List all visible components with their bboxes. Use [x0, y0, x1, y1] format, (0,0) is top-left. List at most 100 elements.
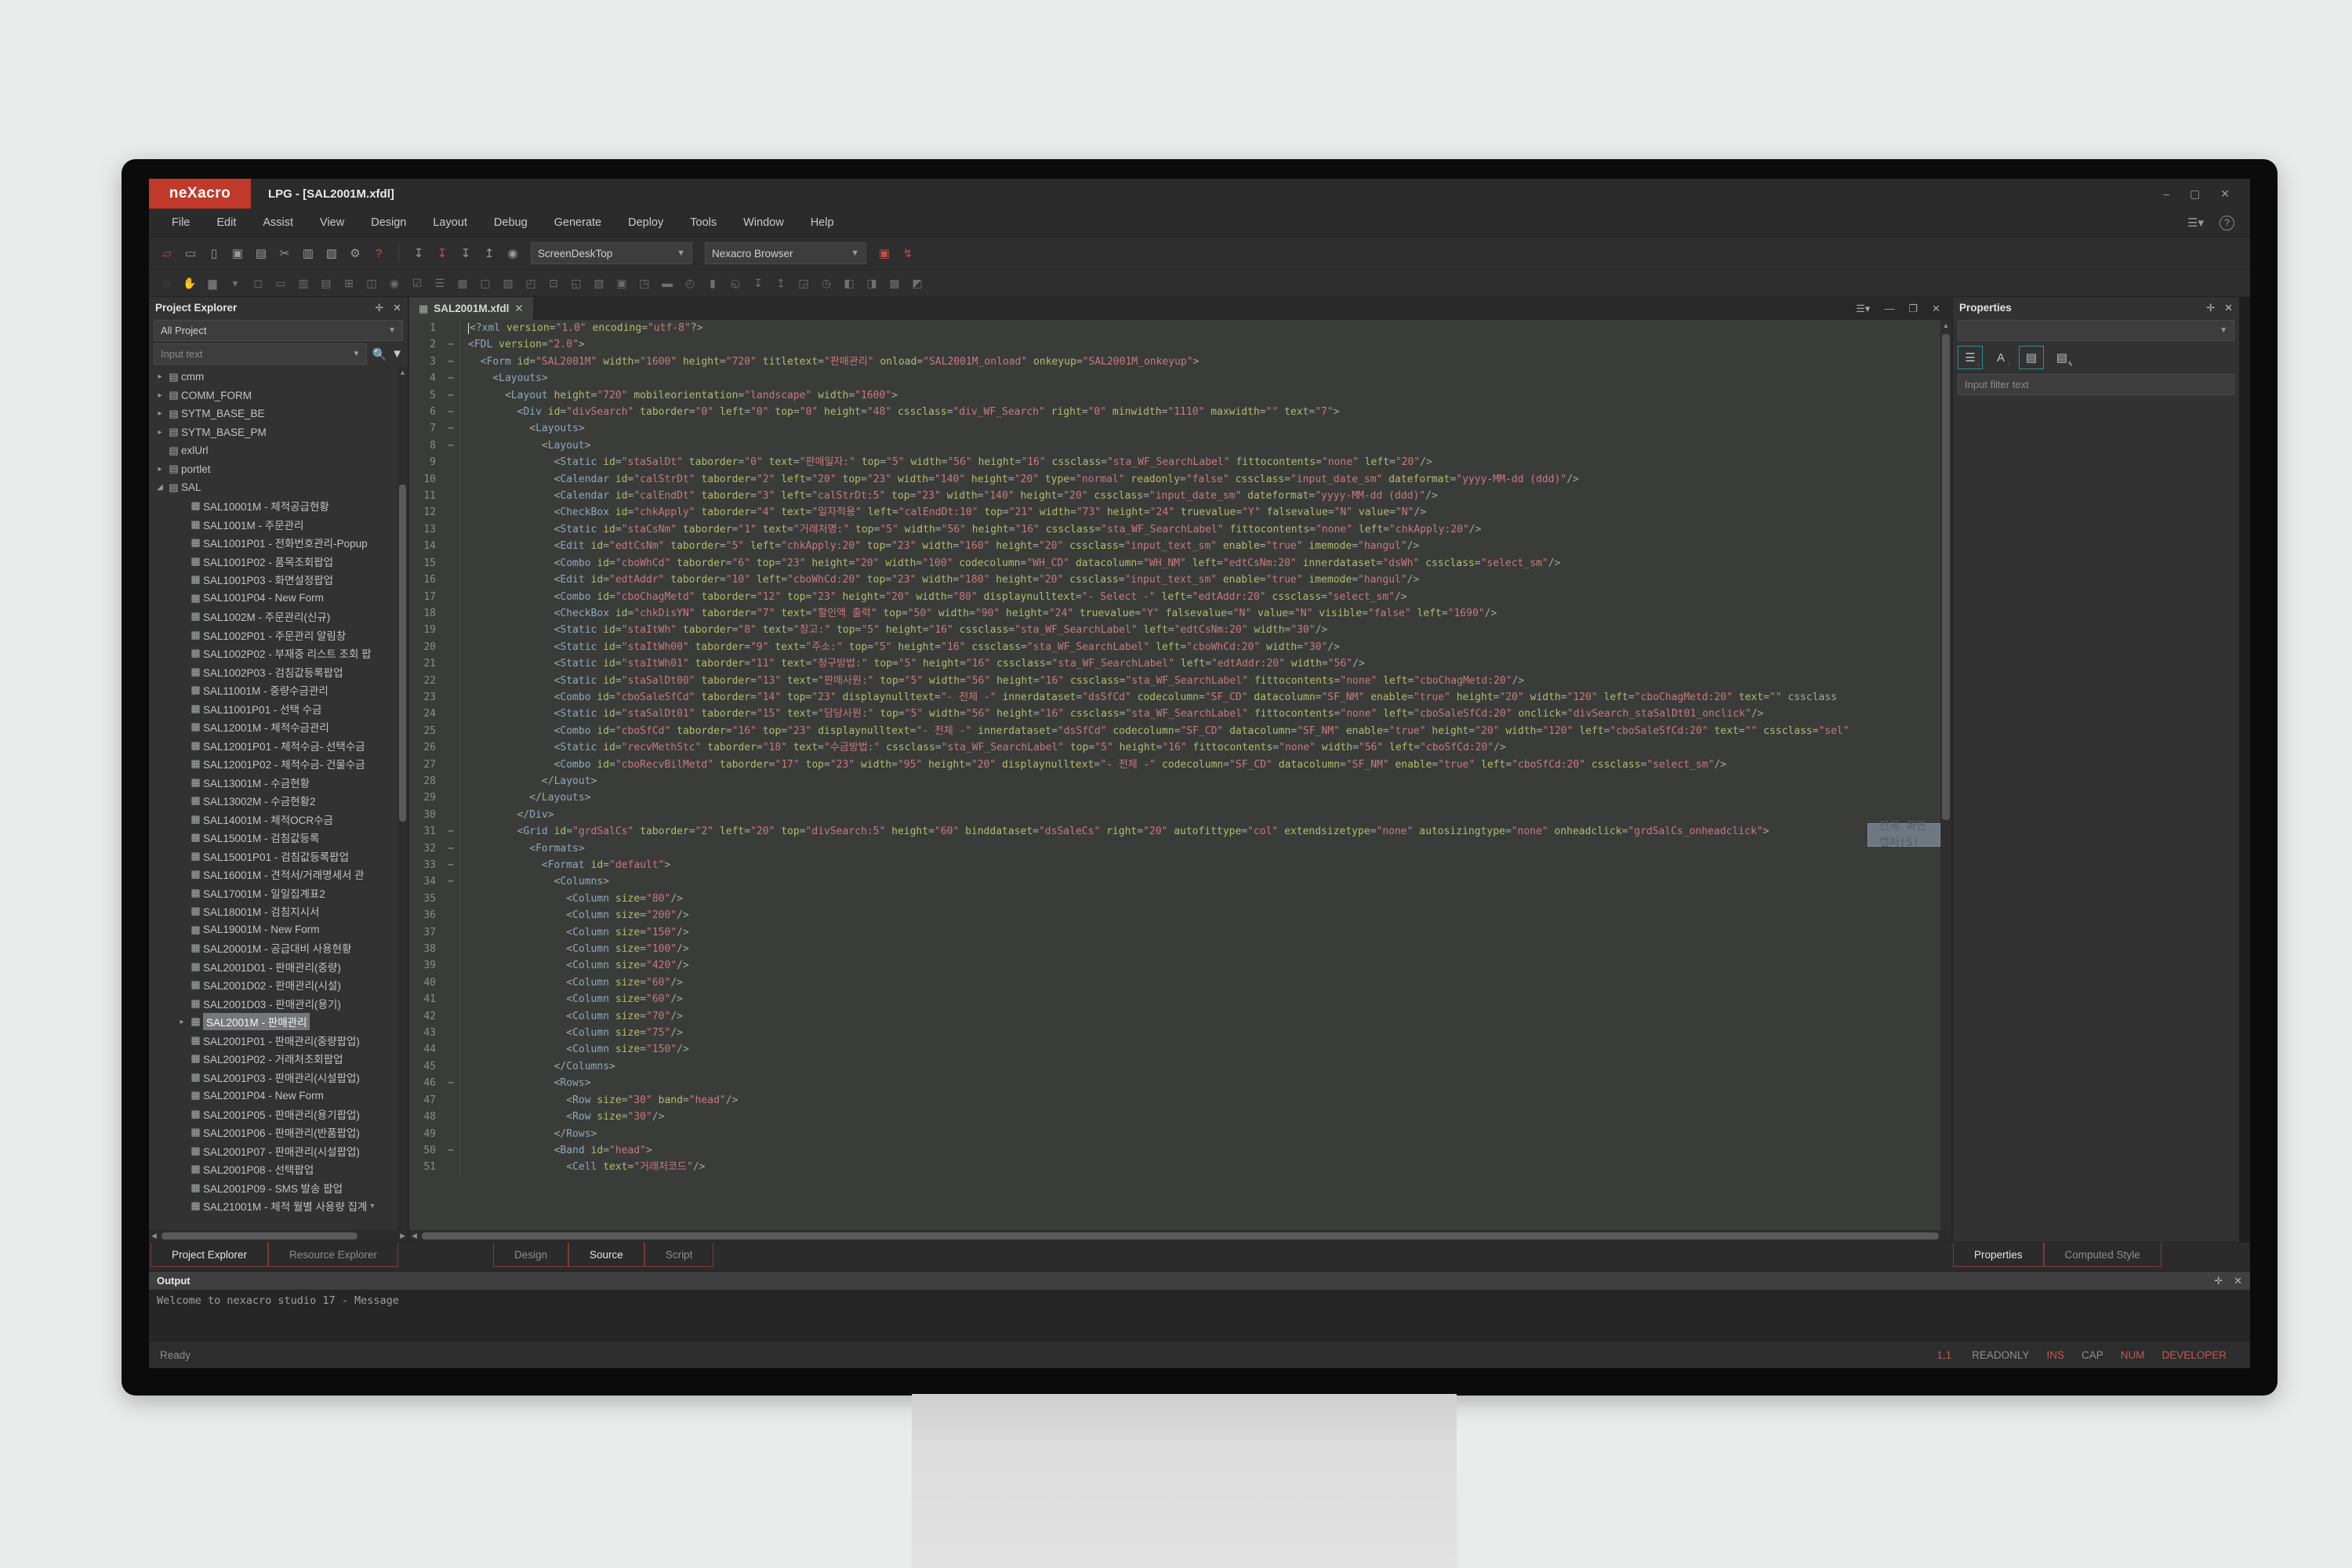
tree-item[interactable]: ▦SAL15001M - 검침값등록 [149, 829, 408, 848]
close-icon[interactable]: ✕ [2224, 302, 2233, 314]
code-line[interactable]: 48 <Row size="30"/> [409, 1109, 1940, 1125]
tab-resource-explorer[interactable]: Resource Explorer [268, 1243, 398, 1267]
minimize-button[interactable]: – [2163, 187, 2169, 200]
frame4-icon[interactable]: ◨ [862, 273, 882, 293]
code-line[interactable]: 32− <Formats> [409, 840, 1940, 857]
imageviewer-icon[interactable]: ◳ [634, 273, 655, 293]
radio-icon[interactable]: ◉ [384, 273, 405, 293]
lock-icon[interactable]: ◩ [907, 273, 927, 293]
tree-item[interactable]: ▦SAL14001M - 체적OCR수금 [149, 810, 408, 829]
code-line[interactable]: 7− <Layouts> [409, 420, 1940, 437]
build-launch-icon[interactable]: ↧ [432, 243, 452, 263]
textarea-icon[interactable]: ▤ [316, 273, 336, 293]
maximize-button[interactable]: ▢ [2190, 187, 2200, 201]
filter-icon[interactable]: ▼ [391, 347, 403, 361]
event-pages-icon[interactable]: ▤ϟ [2050, 347, 2074, 368]
paste-icon[interactable]: ▧ [321, 243, 342, 263]
menu-deploy[interactable]: Deploy [615, 209, 677, 237]
property-pages-icon[interactable]: ▤ [2019, 346, 2044, 369]
select-tool-icon[interactable]: ◌ [157, 273, 177, 293]
generate-launch-icon[interactable]: ↧ [408, 243, 429, 263]
code-line[interactable]: 30 </Div> [409, 807, 1940, 823]
tree-item[interactable]: ▦SAL16001M - 견적서/거래명세서 관 [149, 866, 408, 884]
tree-item[interactable]: ▦SAL15001P01 - 검침값등록팝업 [149, 847, 408, 866]
frame1-icon[interactable]: ◲ [793, 273, 814, 293]
code-line[interactable]: 9 <Static id="staSalDt" taborder="0" tex… [409, 454, 1940, 470]
code-line[interactable]: 16 <Edit id="edtAddr" taborder="10" left… [409, 572, 1940, 588]
tree-item[interactable]: ▦SAL1002M - 주문관리(신규) [149, 608, 408, 626]
popupdiv-icon[interactable]: ◱ [566, 273, 586, 293]
code-line[interactable]: 18 <CheckBox id="chkDisYN" taborder="7" … [409, 605, 1940, 622]
code-line[interactable]: 12 <CheckBox id="chkApply" taborder="4" … [409, 504, 1940, 521]
tree-item[interactable]: ▦SAL1001P01 - 전화번호관리-Popup [149, 534, 408, 553]
close-icon[interactable]: ✕ [393, 302, 401, 314]
menu-file[interactable]: File [158, 209, 203, 237]
tree-item[interactable]: ▦SAL1002P01 - 주문관리 알림창 [149, 626, 408, 644]
open-project-icon[interactable]: ▱ [157, 243, 177, 263]
code-line[interactable]: 50− <Band id="head"> [409, 1142, 1940, 1159]
tree-item[interactable]: ▦SAL2001P02 - 거래처조회팝업 [149, 1050, 408, 1069]
tree-item[interactable]: ▸▤SYTM_BASE_PM [149, 423, 408, 442]
tab-design[interactable]: Design [493, 1243, 568, 1267]
tree-item[interactable]: ▦SAL1001P03 - 화면설정팝업 [149, 571, 408, 590]
new-file-icon[interactable]: ▯ [204, 243, 224, 263]
editor-tab-sal2001m[interactable]: ▦ SAL2001M.xfdl ✕ [409, 297, 533, 320]
plugin-icon[interactable]: ◴ [680, 273, 700, 293]
tab-computed-style[interactable]: Computed Style [2044, 1243, 2161, 1267]
tree-horizontal-scrollbar[interactable]: ◀ ▶ [149, 1230, 408, 1242]
div-icon[interactable]: ⊡ [543, 273, 564, 293]
import-icon[interactable]: ↧ [748, 273, 768, 293]
tree-item[interactable]: ▸▦SAL2001M - 판매관리 [149, 1013, 408, 1032]
help-icon[interactable]: ? [2220, 216, 2234, 230]
tree-item[interactable]: ▦SAL13001M - 수금현황 [149, 773, 408, 792]
code-line[interactable]: 24 <Static id="staSalDt01" taborder="15"… [409, 706, 1940, 722]
checkbox-icon[interactable]: ☑ [407, 273, 427, 293]
code-line[interactable]: 34− <Columns> [409, 873, 1940, 890]
code-line[interactable]: 28 </Layout> [409, 773, 1940, 789]
menu-tools[interactable]: Tools [677, 209, 730, 237]
menu-assist[interactable]: Assist [249, 209, 307, 237]
tree-item[interactable]: ▦SAL21001M - 체적 월별 사용량 집계▾ [149, 1197, 408, 1216]
tree-item[interactable]: ▸▤portlet [149, 460, 408, 479]
code-line[interactable]: 43 <Column size="75"/> [409, 1025, 1940, 1041]
tree-item[interactable]: ▦SAL18001M - 검침지시서 [149, 902, 408, 921]
tab-script[interactable]: Script [644, 1243, 714, 1267]
frame2-icon[interactable]: ◷ [816, 273, 837, 293]
code-line[interactable]: 31− <Grid id="grdSalCs" taborder="2" lef… [409, 823, 1940, 840]
code-line[interactable]: 13 <Static id="staCsNm" taborder="1" tex… [409, 521, 1940, 538]
code-line[interactable]: 6− <Div id="divSearch" taborder="0" left… [409, 404, 1940, 420]
settings-icon[interactable]: ⚙ [345, 243, 365, 263]
menu-window[interactable]: Window [730, 209, 797, 237]
tree-item[interactable]: ▦SAL17001M - 일일집계표2 [149, 884, 408, 902]
maskedit-icon[interactable]: ▥ [293, 273, 314, 293]
categorized-sort-icon[interactable]: ☰↓ [1958, 346, 1983, 369]
code-line[interactable]: 11 <Calendar id="calEndDt" taborder="3" … [409, 488, 1940, 504]
code-line[interactable]: 33− <Format id="default"> [409, 857, 1940, 873]
button-icon[interactable]: ◻ [248, 273, 268, 293]
menu-view[interactable]: View [307, 209, 358, 237]
tree-item[interactable]: ▦SAL10001M - 체적공급현황 [149, 497, 408, 516]
open-file-icon[interactable]: ▭ [180, 243, 201, 263]
code-line[interactable]: 25 <Combo id="cboSfCd" taborder="16" top… [409, 723, 1940, 739]
cut-icon[interactable]: ✂ [274, 243, 295, 263]
tree-item[interactable]: ▦SAL12001P02 - 체적수금- 건물수금 [149, 755, 408, 774]
code-line[interactable]: 38 <Column size="100"/> [409, 941, 1940, 957]
progressbar-icon[interactable]: ▬ [657, 273, 677, 293]
code-line[interactable]: 35 <Column size="80"/> [409, 891, 1940, 907]
close-button[interactable]: ✕ [2220, 187, 2230, 201]
tree-item[interactable]: ▦SAL2001P05 - 판매관리(용기팝업) [149, 1105, 408, 1123]
grid-find-icon[interactable]: ◫ [361, 273, 382, 293]
code-line[interactable]: 19 <Static id="staItWh" taborder="8" tex… [409, 622, 1940, 638]
menu-layout[interactable]: Layout [419, 209, 481, 237]
refresh-icon[interactable]: ↯ [898, 243, 918, 263]
code-line[interactable]: 17 <Combo id="cboChagMetd" taborder="12"… [409, 589, 1940, 605]
menu-design[interactable]: Design [358, 209, 419, 237]
calendar-icon[interactable]: ▣ [612, 273, 632, 293]
tree-item[interactable]: ▦SAL1002P03 - 검침값등록팝업 [149, 662, 408, 681]
tree-item[interactable]: ▦SAL1001P04 - New Form [149, 589, 408, 608]
tree-item[interactable]: ▦SAL2001P08 - 선택팝업 [149, 1160, 408, 1179]
edit-icon[interactable]: ▭ [270, 273, 291, 293]
tree-item[interactable]: ▦SAL13002M - 수금현황2 [149, 792, 408, 811]
menu-edit[interactable]: Edit [203, 209, 249, 237]
properties-filter-input[interactable]: Input filter text [1958, 374, 2234, 395]
